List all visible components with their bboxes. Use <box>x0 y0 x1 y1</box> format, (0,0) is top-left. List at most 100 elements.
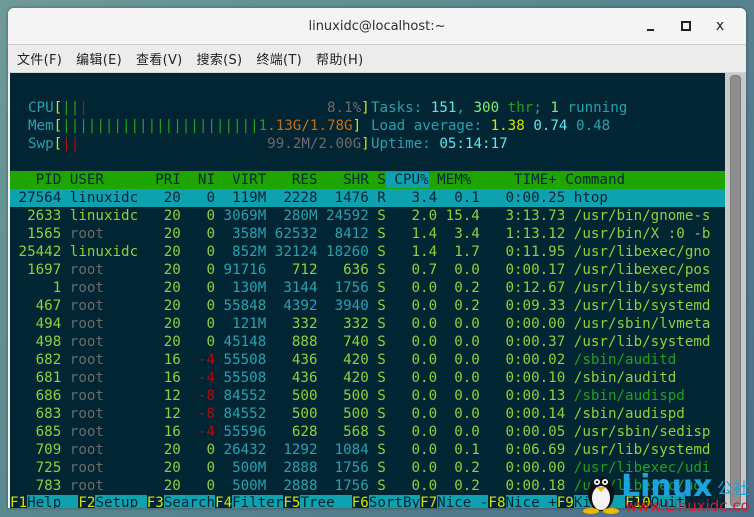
res: 436 <box>266 370 318 386</box>
column-header-ni[interactable]: NI <box>181 172 215 188</box>
maximize-button[interactable] <box>672 8 700 44</box>
minimize-button[interactable] <box>636 8 664 44</box>
column-header-pid[interactable]: PID <box>10 172 62 188</box>
mem-meter-label: Mem <box>28 118 54 134</box>
process-row[interactable]: 686 root 12 -8 84552 500 500 S 0.0 0.0 0… <box>10 387 685 405</box>
shr: 332 <box>317 316 369 332</box>
process-row[interactable]: 467 root 20 0 55848 4392 3940 S 0.0 0.2 … <box>10 297 711 315</box>
process-row[interactable]: 683 root 12 -8 84552 500 500 S 0.0 0.0 0… <box>10 405 685 423</box>
menu-terminal[interactable]: 终端(T) <box>256 49 302 68</box>
process-row[interactable]: 27564 linuxidc 20 0 119M 2228 1476 R 3.4… <box>10 189 725 207</box>
res: 2228 <box>266 190 318 206</box>
process-row[interactable]: 681 root 16 -4 55508 436 420 S 0.0 0.0 0… <box>10 369 677 387</box>
menu-search[interactable]: 搜索(S) <box>197 49 243 68</box>
fkey-f4[interactable]: F4 <box>215 495 232 508</box>
fkey-f3[interactable]: F3 <box>147 495 164 508</box>
load-average: Load average: 1.38 0.74 0.48 <box>371 117 610 135</box>
scrollbar-thumb[interactable] <box>730 75 741 507</box>
res: 2888 <box>266 460 318 476</box>
command: /usr/sbin/sedisp <box>565 424 711 440</box>
pid: 685 <box>10 424 62 440</box>
column-header-s[interactable]: S <box>369 172 386 188</box>
fkey-label-f1[interactable]: Help <box>27 495 79 508</box>
fkey-label-f4[interactable]: Filter <box>232 495 284 508</box>
fkey-label-f6[interactable]: SortBy <box>368 495 421 508</box>
menu-bar: 文件(F) 编辑(E) 查看(V) 搜索(S) 终端(T) 帮助(H) <box>8 45 746 73</box>
cpu-percent: 0.0 <box>385 406 438 422</box>
fkey-f7[interactable]: F7 <box>420 495 437 508</box>
pid: 1697 <box>10 262 62 278</box>
state: S <box>368 262 386 278</box>
shr: 500 <box>317 388 369 404</box>
res: 32124 <box>266 244 318 260</box>
scrollbar[interactable] <box>725 73 746 508</box>
menu-help[interactable]: 帮助(H) <box>316 49 363 68</box>
fkey-f5[interactable]: F5 <box>283 495 300 508</box>
mem-percent: 0.0 <box>437 424 480 440</box>
column-header-res[interactable]: RES <box>266 172 318 188</box>
pid: 2633 <box>10 208 62 224</box>
pid: 686 <box>10 388 62 404</box>
process-row[interactable]: 498 root 20 0 45148 888 740 S 0.0 0.0 0:… <box>10 333 711 351</box>
load-1min: 1.38 <box>490 118 525 134</box>
separator: ; <box>533 100 551 116</box>
column-header-pri[interactable]: PRI <box>147 172 181 188</box>
fkey-label-f8[interactable]: Nice + <box>505 495 557 508</box>
fkey-label-f2[interactable]: Setup <box>95 495 147 508</box>
fkey-label-f3[interactable]: Search <box>163 495 216 508</box>
priority: 20 <box>146 442 181 458</box>
mem-meter-value: .13G/1.78G <box>267 118 353 134</box>
fkey-f9[interactable]: F9 <box>557 495 574 508</box>
mem-percent: 0.2 <box>437 280 480 296</box>
process-row[interactable]: 1565 root 20 0 358M 62532 8412 S 1.4 3.4… <box>10 225 710 243</box>
menu-edit[interactable]: 编辑(E) <box>76 49 122 68</box>
menu-file[interactable]: 文件(F) <box>17 49 62 68</box>
process-row[interactable]: 2633 linuxidc 20 0 3069M 280M 24592 S 2.… <box>10 207 710 225</box>
fkey-f8[interactable]: F8 <box>488 495 505 508</box>
mem-meter-bar: ||||||||||||||||||||||| <box>62 118 259 134</box>
process-row[interactable]: 709 root 20 0 26432 1292 1084 S 0.0 0.1 … <box>10 441 711 459</box>
fkey-label-f5[interactable]: Tree <box>300 495 352 508</box>
close-button[interactable]: x <box>706 8 734 44</box>
meter-bracket: [ <box>53 100 63 116</box>
process-row[interactable]: 494 root 20 0 121M 332 332 S 0.0 0.0 0:0… <box>10 315 711 333</box>
command: /usr/lib/systemd <box>565 280 711 296</box>
term-text <box>567 118 576 134</box>
virt: 45148 <box>215 334 267 350</box>
mem-percent: 3.4 <box>437 226 480 242</box>
fkey-label-f7[interactable]: Nice - <box>437 495 489 508</box>
fkey-f2[interactable]: F2 <box>78 495 95 508</box>
column-header-user[interactable]: USER <box>61 172 146 188</box>
time: 0:00.14 <box>479 406 566 422</box>
uptime-value: 05:14:17 <box>439 136 508 152</box>
column-header-shr[interactable]: SHR <box>318 172 369 188</box>
state: S <box>368 208 386 224</box>
process-row[interactable]: 682 root 16 -4 55508 436 420 S 0.0 0.0 0… <box>10 351 677 369</box>
column-header-mem[interactable]: MEM% <box>429 172 471 188</box>
column-header-virt[interactable]: VIRT <box>215 172 266 188</box>
process-row[interactable]: 685 root 16 -4 55596 628 568 S 0.0 0.0 0… <box>10 423 711 441</box>
title-bar[interactable]: linuxidc@localhost:~ x <box>8 8 746 45</box>
virt: 119M <box>215 190 267 206</box>
menu-view[interactable]: 查看(V) <box>136 49 183 68</box>
fkey-f1[interactable]: F1 <box>10 495 27 508</box>
process-row[interactable]: 1697 root 20 0 91716 712 636 S 0.7 0.0 0… <box>10 261 710 279</box>
terminal-screen[interactable]: CPU[||| 8.1%] Mem[|||||||||||||||||||||||… <box>10 73 725 508</box>
process-row[interactable]: 1 root 20 0 130M 3144 1756 S 0.0 0.2 0:1… <box>10 279 711 297</box>
load-15min: 0.48 <box>576 118 611 134</box>
running-count: 1 <box>550 100 559 116</box>
column-header-time[interactable]: TIME+ <box>471 172 557 188</box>
column-header-cpu[interactable]: CPU% <box>385 172 429 188</box>
priority: 20 <box>146 190 181 206</box>
swap-meter-bar: || <box>62 136 80 152</box>
process-row[interactable]: 25442 linuxidc 20 0 852M 32124 18260 S 1… <box>10 243 711 261</box>
priority: 20 <box>146 298 181 314</box>
minimize-icon <box>646 29 654 31</box>
fkey-f6[interactable]: F6 <box>352 495 369 508</box>
nice: 0 <box>180 334 216 350</box>
column-header-command[interactable]: Command <box>557 172 711 188</box>
virt: 852M <box>215 244 267 260</box>
virt: 91716 <box>215 262 267 278</box>
mem-percent: 0.1 <box>437 442 480 458</box>
user: root <box>61 352 147 368</box>
